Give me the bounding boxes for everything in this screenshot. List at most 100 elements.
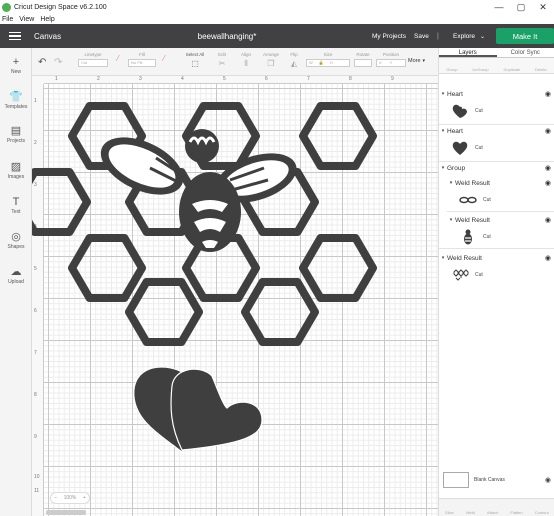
chevron-down-icon[interactable]: ▾ <box>447 180 455 186</box>
app-logo-icon <box>2 2 11 12</box>
flip-icon: ◭ <box>290 59 298 68</box>
new-tool[interactable]: + New <box>0 56 32 75</box>
shapes-tool[interactable]: ◎ Shapes <box>0 231 32 250</box>
layer-weld-result-2[interactable]: ▾ Weld Result ◉ <box>447 214 554 226</box>
layer-weld-result-3[interactable]: ▾ Weld Result ◉ <box>439 252 554 264</box>
eye-icon[interactable]: ◉ <box>545 164 551 172</box>
chevron-down-icon[interactable]: ▾ <box>439 91 447 97</box>
bee-body-thumbnail <box>457 226 479 248</box>
arrange-icon: ❐ <box>267 59 275 68</box>
layer-weld-result-2-cut[interactable]: Cut <box>457 226 554 248</box>
layer-bottom-actions: Slice Weld Attach Flatten Contour <box>439 498 554 516</box>
slice-button[interactable]: Slice <box>445 510 454 515</box>
window-title: Cricut Design Space v6.2.100 <box>14 3 107 11</box>
lock-icon: 🔒 <box>318 60 324 65</box>
close-button[interactable]: ✕ <box>532 0 554 14</box>
minimize-button[interactable]: — <box>488 0 510 14</box>
flatten-button[interactable]: Flatten <box>510 510 522 515</box>
chevron-down-icon[interactable]: ▾ <box>447 217 455 223</box>
tab-color-sync[interactable]: Color Sync <box>497 48 554 57</box>
explore-dropdown[interactable]: Explore <box>453 33 475 40</box>
blank-canvas-layer[interactable]: Blank Canvas ◉ <box>443 472 551 488</box>
layer-heart-1-cut[interactable]: Cut <box>449 100 554 122</box>
heart-shapes[interactable] <box>133 366 263 453</box>
rotate-control[interactable]: Rotate <box>354 52 372 67</box>
menu-view[interactable]: View <box>19 16 34 23</box>
chevron-down-icon: ▾ <box>422 58 426 64</box>
edit-toolbar: ↶ ↷ Linetype Cut ⁄ Fill No Fill ⁄ Select… <box>32 48 438 76</box>
delete-button[interactable]: Delete <box>535 67 547 72</box>
position-control[interactable]: Position XY <box>376 52 406 67</box>
zoom-out-button[interactable]: − <box>54 495 57 501</box>
layer-heart-1[interactable]: ▾ Heart ◉ <box>439 88 554 100</box>
eye-icon[interactable]: ◉ <box>545 254 551 262</box>
select-all-button[interactable]: Select All ⬚ <box>182 52 208 68</box>
my-projects-link[interactable]: My Projects <box>372 33 406 40</box>
projects-tool[interactable]: ▤ Projects <box>0 125 32 144</box>
chevron-down-icon[interactable]: ▾ <box>439 255 447 261</box>
canvas-artwork[interactable] <box>32 76 438 516</box>
shapes-icon: ◎ <box>11 231 21 243</box>
fill-swatch[interactable]: ⁄ <box>160 52 168 63</box>
layer-group[interactable]: ▾ Group ◉ <box>439 162 554 174</box>
align-menu[interactable]: Align ⫴ <box>236 52 256 68</box>
chevron-down-icon[interactable]: ▾ <box>439 165 447 171</box>
layer-weld-result-1[interactable]: ▾ Weld Result ◉ <box>447 177 554 189</box>
select-all-icon: ⬚ <box>191 59 199 68</box>
left-tool-sidebar: + New 👕 Templates ▤ Projects ▨ Images T … <box>0 48 32 516</box>
upload-tool[interactable]: ☁ Upload <box>0 266 32 285</box>
chevron-down-icon[interactable]: ▾ <box>439 128 447 134</box>
zoom-in-button[interactable]: + <box>83 495 86 501</box>
shirt-icon: 👕 <box>9 91 23 103</box>
chevron-down-icon[interactable]: ⌄ <box>480 33 485 40</box>
arrange-menu[interactable]: Arrange ❐ <box>260 52 282 68</box>
layer-heart-2-cut[interactable]: Cut <box>449 137 554 159</box>
zoom-control[interactable]: − 100% + <box>50 492 90 504</box>
eye-icon[interactable]: ◉ <box>545 127 551 135</box>
size-control[interactable]: Size W 🔒 H <box>306 52 350 67</box>
save-button[interactable]: Save <box>414 33 429 40</box>
scissors-icon: ✂ <box>218 59 226 68</box>
projects-icon: ▤ <box>10 125 22 137</box>
eye-icon[interactable]: ◉ <box>545 179 551 187</box>
window-title-bar: Cricut Design Space v6.2.100 — ▢ ✕ <box>0 0 554 14</box>
layers-panel: Layers Color Sync Group UnGroup Duplicat… <box>438 48 554 516</box>
ungroup-button[interactable]: UnGroup <box>472 67 488 72</box>
maximize-button[interactable]: ▢ <box>510 0 532 14</box>
contour-button[interactable]: Contour <box>535 510 549 515</box>
layer-heart-2[interactable]: ▾ Heart ◉ <box>439 125 554 137</box>
text-icon: T <box>12 196 20 208</box>
more-menu[interactable]: More ▾ <box>408 58 434 64</box>
heart-thumbnail <box>449 137 471 159</box>
redo-button[interactable]: ↷ <box>54 56 62 68</box>
canvas-color-swatch[interactable] <box>443 472 469 488</box>
images-tool[interactable]: ▨ Images <box>0 161 32 180</box>
eye-icon[interactable]: ◉ <box>545 216 551 224</box>
eye-icon[interactable]: ◉ <box>545 476 551 484</box>
menu-help[interactable]: Help <box>40 16 54 23</box>
bee-wings-thumbnail <box>457 189 479 211</box>
linetype-swatch[interactable]: ⁄ <box>114 52 122 63</box>
linetype-control[interactable]: Linetype Cut <box>78 52 108 67</box>
tab-layers[interactable]: Layers <box>439 48 497 57</box>
menu-file[interactable]: File <box>2 16 13 23</box>
text-tool[interactable]: T Text <box>0 196 32 215</box>
eye-icon[interactable]: ◉ <box>545 90 551 98</box>
weld-button[interactable]: Weld <box>466 510 475 515</box>
undo-button[interactable]: ↶ <box>38 56 46 68</box>
templates-tool[interactable]: 👕 Templates <box>0 91 32 110</box>
duplicate-button[interactable]: Duplicate <box>503 67 520 72</box>
layer-weld-result-3-cut[interactable]: Cut <box>449 264 554 286</box>
attach-button[interactable]: Attach <box>487 510 498 515</box>
menu-bar: File View Help <box>0 14 554 24</box>
layer-weld-result-1-cut[interactable]: Cut <box>457 189 554 211</box>
make-it-button[interactable]: Make It <box>496 28 554 44</box>
fill-control[interactable]: Fill No Fill <box>128 52 156 67</box>
image-icon: ▨ <box>10 161 22 173</box>
horizontal-scrollbar[interactable] <box>46 510 86 515</box>
flip-menu[interactable]: Flip ◭ <box>286 52 302 68</box>
zoom-level: 100% <box>63 495 77 501</box>
edit-menu[interactable]: Edit ✂ <box>212 52 232 68</box>
plus-icon: + <box>12 56 20 68</box>
group-button[interactable]: Group <box>446 67 457 72</box>
